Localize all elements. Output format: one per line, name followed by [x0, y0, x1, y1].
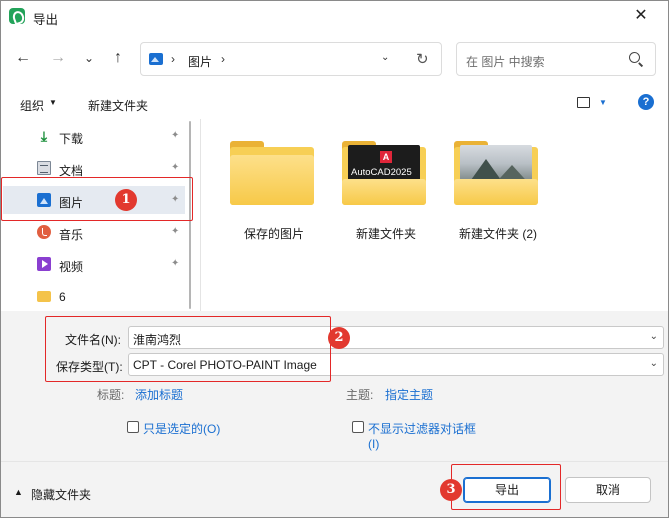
- search-input[interactable]: 在 图片 中搜索: [456, 42, 656, 76]
- chevron-down-icon[interactable]: ⌄: [650, 331, 658, 342]
- command-bar: 组织 ▼ 新建文件夹 ▼ ?: [1, 88, 668, 118]
- up-button[interactable]: ↑: [107, 47, 129, 69]
- annotation-box-3: [451, 464, 561, 510]
- search-icon: [629, 52, 640, 63]
- breadcrumb-separator[interactable]: ›: [171, 52, 175, 66]
- document-icon: [37, 161, 51, 175]
- pictures-icon: [149, 53, 163, 65]
- sidebar-item-label: 6: [59, 290, 66, 304]
- annotation-badge-1: 1: [115, 189, 137, 211]
- pin-icon: ✦: [171, 130, 180, 141]
- chevron-up-icon[interactable]: ▲: [14, 487, 23, 497]
- file-list: 保存的图片 A AutoCAD2025 新建文件夹 新建文件夹 (2): [201, 119, 668, 311]
- autocad-logo-icon: A: [380, 151, 392, 163]
- sidebar-item-folder-6[interactable]: 6: [3, 282, 188, 310]
- dialog-footer: ▲ 隐藏文件夹 导出 取消: [1, 461, 668, 517]
- organize-button[interactable]: 组织: [20, 97, 44, 114]
- only-selected-label[interactable]: 只是选定的(O): [143, 420, 220, 437]
- annotation-badge-2: 2: [328, 327, 350, 349]
- hide-filter-dialog-label[interactable]: 不显示过滤器对话框: [368, 420, 476, 437]
- breadcrumb-separator[interactable]: ›: [221, 52, 225, 66]
- folder-name: 新建文件夹 (2): [458, 227, 537, 241]
- pin-icon: ✦: [171, 226, 180, 237]
- music-icon: [37, 225, 51, 239]
- close-button[interactable]: ✕: [629, 5, 653, 27]
- add-title-link[interactable]: 添加标题: [135, 386, 183, 403]
- annotation-box-2: [45, 316, 331, 382]
- breadcrumb-pictures[interactable]: 图片: [188, 53, 212, 70]
- folder-tile[interactable]: 保存的图片: [218, 139, 330, 249]
- refresh-button[interactable]: ↻: [416, 50, 429, 68]
- folder-icon: [37, 291, 51, 302]
- recent-locations-button[interactable]: ⌄: [78, 47, 100, 69]
- export-dialog: 导出 ✕ ← → ⌄ ↑ › 图片 › ⌄ ↻ 在 图片 中搜索 组织 ▼ 新建…: [0, 0, 669, 518]
- specify-subject-link[interactable]: 指定主题: [385, 386, 433, 403]
- app-icon: [9, 8, 25, 24]
- subject-label: 主题:: [346, 388, 374, 402]
- window-title: 导出: [33, 13, 59, 27]
- navigation-bar: ← → ⌄ ↑ › 图片 › ⌄ ↻ 在 图片 中搜索: [1, 37, 668, 81]
- folder-name: 新建文件夹: [355, 227, 416, 241]
- sidebar-item-videos[interactable]: 视频 ✦: [3, 250, 188, 278]
- hide-folders-button[interactable]: 隐藏文件夹: [31, 486, 91, 503]
- chevron-down-icon[interactable]: ▼: [599, 98, 607, 107]
- pin-icon: ✦: [171, 258, 180, 269]
- title-bar: 导出 ✕: [1, 1, 668, 32]
- chevron-down-icon[interactable]: ⌄: [650, 358, 658, 369]
- view-options-icon[interactable]: [577, 97, 590, 108]
- folder-icon-front: [454, 179, 538, 205]
- hide-filter-dialog-label-hotkey[interactable]: (I): [368, 437, 379, 451]
- only-selected-checkbox[interactable]: [127, 421, 139, 433]
- sidebar-item-downloads[interactable]: ⤓ 下载 ✦: [3, 122, 188, 150]
- back-button[interactable]: ←: [12, 47, 34, 69]
- folder-tile[interactable]: A AutoCAD2025 新建文件夹: [330, 139, 442, 249]
- sidebar-item-music[interactable]: 音乐 ✦: [3, 218, 188, 246]
- address-dropdown-button[interactable]: ⌄: [381, 52, 389, 63]
- video-icon: [37, 257, 51, 271]
- sidebar-item-label: 视频: [59, 260, 84, 274]
- folder-icon-front: [230, 155, 314, 205]
- title-label: 标题:: [97, 388, 125, 402]
- hide-filter-dialog-checkbox[interactable]: [352, 421, 364, 433]
- annotation-box-1: [1, 177, 193, 221]
- search-placeholder: 在 图片 中搜索: [466, 55, 545, 69]
- cancel-button[interactable]: 取消: [565, 477, 651, 503]
- folder-icon-front: [342, 179, 426, 205]
- pin-icon: ✦: [171, 162, 180, 173]
- sidebar-item-label: 音乐: [59, 228, 84, 242]
- folder-name: 保存的图片: [243, 227, 304, 241]
- forward-button[interactable]: →: [47, 47, 69, 69]
- new-folder-button[interactable]: 新建文件夹: [88, 97, 148, 114]
- sidebar-item-label: 下载: [59, 132, 84, 146]
- address-bar[interactable]: › 图片 › ⌄ ↻: [140, 42, 442, 76]
- folder-tile[interactable]: 新建文件夹 (2): [442, 139, 554, 249]
- annotation-badge-3: 3: [440, 479, 462, 501]
- download-icon: ⤓: [40, 128, 48, 144]
- thumbnail-text: AutoCAD2025: [351, 167, 412, 178]
- chevron-down-icon[interactable]: ▼: [49, 98, 57, 107]
- help-icon[interactable]: ?: [638, 94, 654, 110]
